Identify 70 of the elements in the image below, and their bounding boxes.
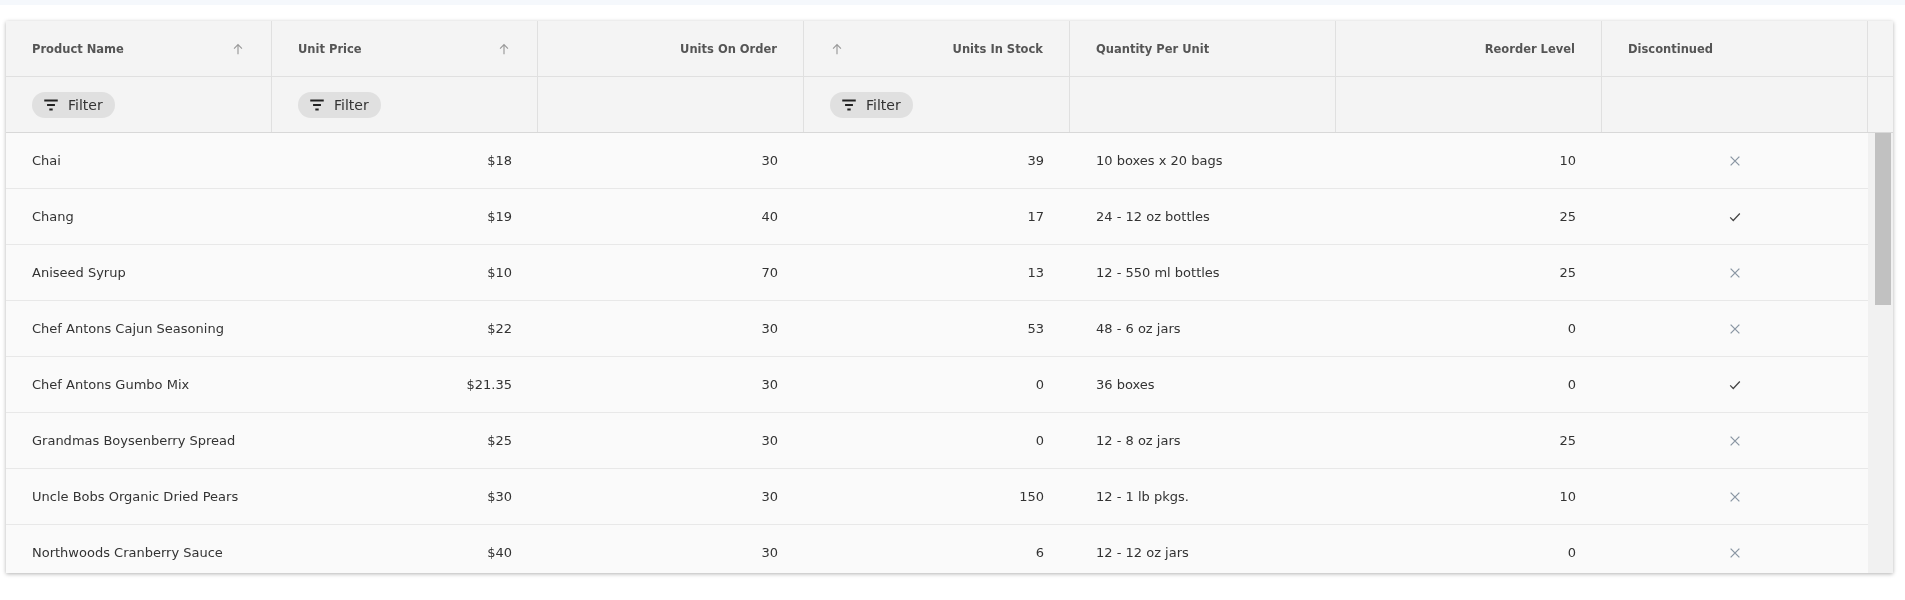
table-cell: $30 (487, 489, 512, 504)
table-cell: 30 (761, 545, 778, 560)
table-cell: 48 - 6 oz jars (1096, 321, 1181, 336)
table-cell: 30 (761, 377, 778, 392)
table-cell: 24 - 12 oz bottles (1096, 209, 1210, 224)
table-cell: Chef Antons Cajun Seasoning (32, 321, 224, 336)
sort-arrow-icon[interactable] (497, 41, 511, 56)
table-cell: 17 (1027, 209, 1044, 224)
table-cell: 13 (1027, 265, 1044, 280)
table-row[interactable]: Aniseed Syrup $10 70 13 12 - 550 ml bottles 25 (6, 245, 1868, 301)
table-cell: $21.35 (466, 377, 512, 392)
column-header[interactable]: Product Name (6, 21, 272, 76)
table-cell: 6 (1035, 545, 1044, 560)
scrollbar[interactable] (1868, 133, 1893, 573)
table-row[interactable]: Chang $19 40 17 24 - 12 oz bottles 25 (6, 189, 1868, 245)
filter-button[interactable]: Filter (830, 91, 913, 118)
table-cell: 10 (1559, 489, 1576, 504)
table-cell: $18 (487, 153, 512, 168)
filter-button[interactable]: Filter (298, 91, 381, 118)
table-cell: 25 (1559, 265, 1576, 280)
table-cell: $19 (487, 209, 512, 224)
sort-arrow-icon[interactable] (830, 41, 844, 56)
table-cell: 0 (1035, 433, 1044, 448)
sort-arrow-icon[interactable] (231, 41, 245, 56)
table-row[interactable]: Chai $18 30 39 10 boxes x 20 bags 10 (6, 133, 1868, 189)
table-cell: 40 (761, 209, 778, 224)
table-cell: 0 (1567, 321, 1576, 336)
table-cell: Northwoods Cranberry Sauce (32, 545, 223, 560)
table-cell: 30 (761, 489, 778, 504)
table-cell: Uncle Bobs Organic Dried Pears (32, 489, 239, 504)
table-cell: 0 (1567, 377, 1576, 392)
table-cell: Aniseed Syrup (32, 265, 126, 280)
table-cell: 10 (1559, 153, 1576, 168)
table-cell: 12 - 1 lb pkgs. (1096, 489, 1189, 504)
table-cell: 25 (1559, 209, 1576, 224)
table-cell: $10 (487, 265, 512, 280)
table-cell: 70 (761, 265, 778, 280)
table-cell: Chef Antons Gumbo Mix (32, 377, 190, 392)
table-row[interactable]: Grandmas Boysenberry Spread $25 30 0 12 - 8 oz jars 25 (6, 413, 1868, 469)
table-cell: $25 (487, 433, 512, 448)
filter-button[interactable]: Filter (32, 91, 115, 118)
table-cell: 30 (761, 321, 778, 336)
column-header[interactable]: Reorder Level (1336, 21, 1602, 76)
column-header[interactable]: Units On Order (538, 21, 804, 76)
table-cell: 39 (1027, 153, 1044, 168)
table-cell: Chai (32, 153, 61, 168)
table-row[interactable]: Uncle Bobs Organic Dried Pears $30 30 150 12 - 1 lb pkgs. 10 (6, 469, 1868, 525)
scrollbar-thumb[interactable] (1875, 133, 1891, 305)
table-cell: 30 (761, 433, 778, 448)
column-header[interactable]: Quantity Per Unit (1070, 21, 1336, 76)
column-header[interactable]: Discontinued (1602, 21, 1868, 76)
table-cell: $22 (487, 321, 512, 336)
table-cell: 12 - 8 oz jars (1096, 433, 1181, 448)
table-cell: 36 boxes (1096, 377, 1155, 392)
table-row[interactable]: Chef Antons Gumbo Mix $21.35 30 0 36 boxes 0 (6, 357, 1868, 413)
table-cell: 150 (1019, 489, 1044, 504)
table-cell: 12 - 550 ml bottles (1096, 265, 1220, 280)
table-cell: 0 (1035, 377, 1044, 392)
table-row[interactable]: Chef Antons Cajun Seasoning $22 30 53 48 - 6 oz jars 0 (6, 301, 1868, 357)
table-cell: 12 - 12 oz jars (1096, 545, 1189, 560)
table-cell: 30 (761, 153, 778, 168)
table-cell: 25 (1559, 433, 1576, 448)
table-cell: 0 (1567, 545, 1576, 560)
table-cell: 53 (1027, 321, 1044, 336)
table-cell: Grandmas Boysenberry Spread (32, 433, 236, 448)
column-header[interactable]: Units In Stock (804, 21, 1070, 76)
column-header[interactable]: Unit Price (272, 21, 538, 76)
table-cell: Chang (32, 209, 74, 224)
table-cell: 10 boxes x 20 bags (1096, 153, 1223, 168)
table-cell: $40 (487, 545, 512, 560)
